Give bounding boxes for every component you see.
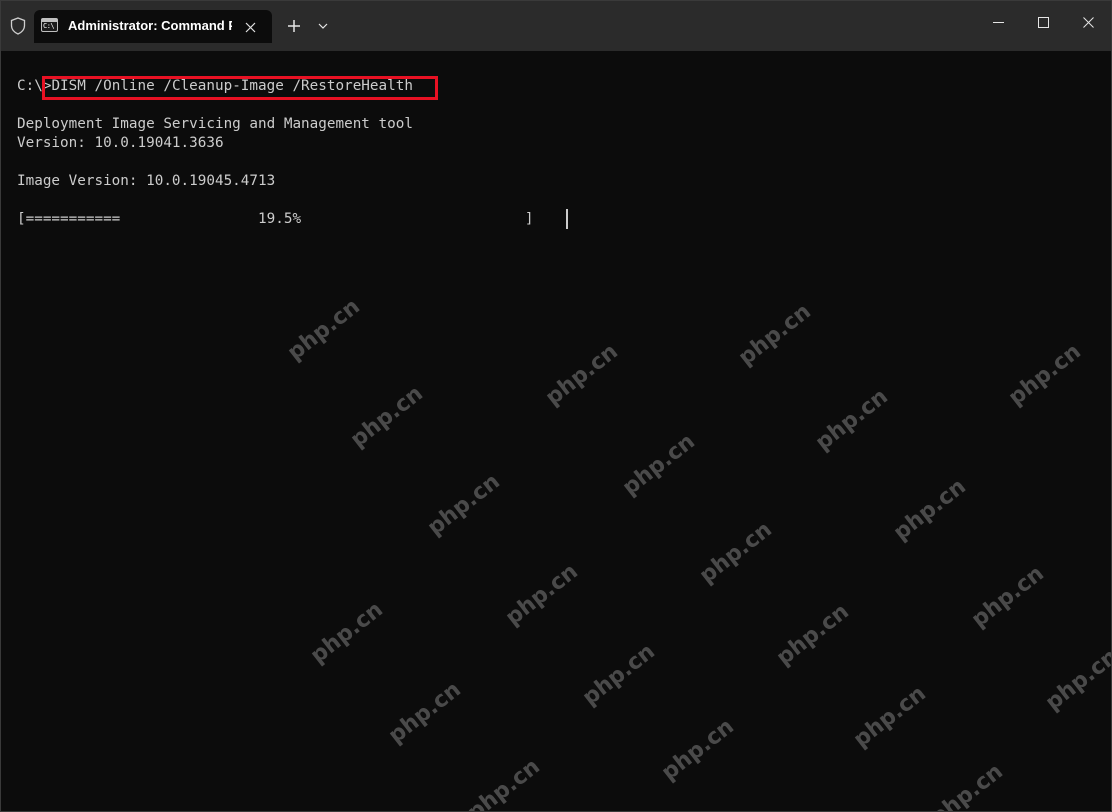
command-line: C:\>DISM /Online /Cleanup-Image /Restore… xyxy=(17,77,413,96)
terminal-window: C:\ Administrator: Command Prompt xyxy=(0,0,1112,812)
watermark: php.cn xyxy=(889,474,971,546)
text-cursor xyxy=(566,209,568,229)
watermark: php.cn xyxy=(501,559,583,631)
cmd-icon: C:\ xyxy=(41,18,58,32)
tab-dropdown-button[interactable] xyxy=(313,15,333,37)
image-version-line: Image Version: 10.0.19045.4713 xyxy=(17,173,276,189)
close-window-button[interactable] xyxy=(1065,1,1111,43)
watermark: php.cn xyxy=(967,561,1049,633)
watermark: php.cn xyxy=(283,294,365,366)
progress-line: [=========== 19.5% ] xyxy=(17,211,534,227)
maximize-icon xyxy=(1037,16,1049,28)
watermark: php.cn xyxy=(384,677,466,749)
console-output[interactable]: C:\>DISM /Online /Cleanup-Image /Restore… xyxy=(1,51,1111,811)
watermark: php.cn xyxy=(1004,339,1086,411)
shield-icon xyxy=(7,14,29,38)
watermark: php.cn xyxy=(423,469,505,541)
watermark: php.cn xyxy=(578,639,660,711)
tab-command-prompt[interactable]: C:\ Administrator: Command Prompt xyxy=(34,10,272,43)
watermark: php.cn xyxy=(849,681,931,753)
tool-name-line: Deployment Image Servicing and Managemen… xyxy=(17,116,413,132)
close-icon xyxy=(245,22,255,32)
watermark-layer: php.cn php.cn php.cn php.cn php.cn php.c… xyxy=(1,51,1111,811)
close-tab-button[interactable] xyxy=(239,16,261,38)
version-line: Version: 10.0.19041.3636 xyxy=(17,135,224,151)
watermark: php.cn xyxy=(463,754,545,811)
watermark: php.cn xyxy=(695,517,777,589)
watermark: php.cn xyxy=(657,714,739,786)
watermark: php.cn xyxy=(346,381,428,453)
minimize-button[interactable] xyxy=(975,1,1021,43)
watermark: php.cn xyxy=(306,597,388,669)
title-bar[interactable]: C:\ Administrator: Command Prompt xyxy=(1,1,1111,51)
minimize-icon xyxy=(992,21,1004,23)
close-icon xyxy=(1082,16,1094,28)
tab-title: Administrator: Command Prompt xyxy=(68,18,232,33)
chevron-down-icon xyxy=(318,23,328,29)
prompt-text: C:\> xyxy=(17,78,52,94)
watermark: php.cn xyxy=(541,339,623,411)
watermark: php.cn xyxy=(926,759,1008,811)
watermark: php.cn xyxy=(1041,644,1111,716)
watermark: php.cn xyxy=(772,599,854,671)
command-text: DISM /Online /Cleanup-Image /RestoreHeal… xyxy=(51,78,413,94)
maximize-button[interactable] xyxy=(1020,1,1066,43)
plus-icon xyxy=(288,20,300,32)
watermark: php.cn xyxy=(618,429,700,501)
watermark: php.cn xyxy=(734,299,816,371)
new-tab-button[interactable] xyxy=(283,15,305,37)
watermark: php.cn xyxy=(811,384,893,456)
